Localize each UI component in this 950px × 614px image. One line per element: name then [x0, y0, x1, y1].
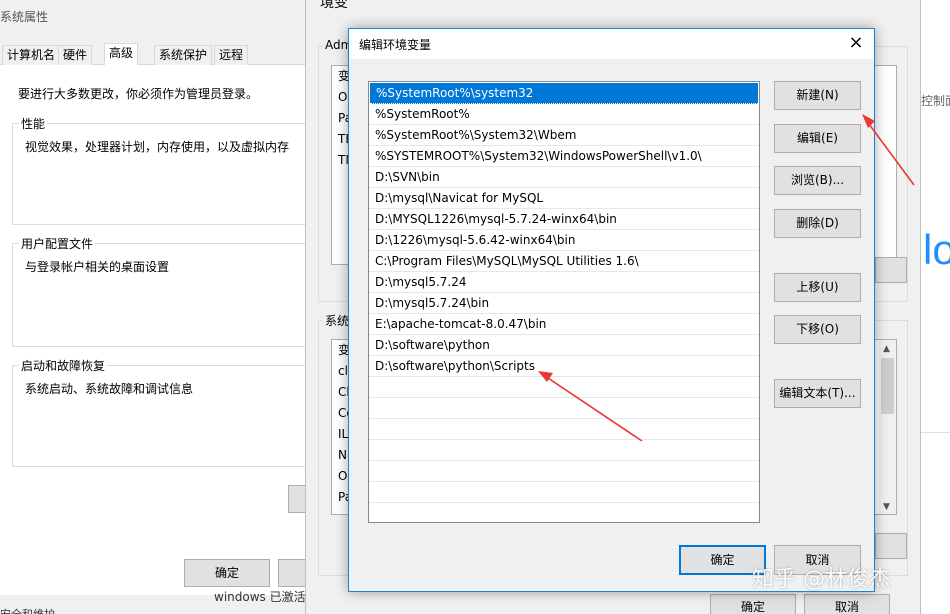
path-item[interactable]: %SYSTEMROOT%\System32\WindowsPowerShell\…: [369, 146, 759, 167]
edit-button[interactable]: 编辑(E): [774, 124, 861, 153]
system-delete-button-fragment[interactable]: [875, 533, 907, 559]
environment-variables-button-fragment[interactable]: [288, 485, 306, 513]
path-item[interactable]: D:\software\python: [369, 335, 759, 356]
move-down-button[interactable]: 下移(O): [774, 315, 861, 344]
scroll-up-icon[interactable]: ▲: [883, 344, 890, 354]
path-item-empty[interactable]: [369, 377, 759, 398]
user-delete-button-fragment[interactable]: [875, 257, 907, 283]
close-icon[interactable]: ×: [846, 33, 866, 53]
edit-environment-variable-dialog: 编辑环境变量 × %SystemRoot%\system32 %SystemRo…: [348, 28, 875, 592]
startup-recovery-group: 启动和故障恢复 系统启动、系统故障和调试信息: [12, 357, 306, 467]
advanced-panel: 要进行大多数更改，你必须作为管理员登录。 性能 视觉效果，处理器计划，内存使用，…: [0, 65, 306, 595]
new-button[interactable]: 新建(N): [774, 81, 861, 110]
scrollbar-thumb[interactable]: [881, 358, 894, 414]
env-ok-button[interactable]: 确定: [710, 594, 796, 614]
admin-note: 要进行大多数更改，你必须作为管理员登录。: [18, 87, 259, 101]
delete-button[interactable]: 删除(D): [774, 209, 861, 238]
large-text-fragment: lo: [923, 226, 950, 273]
browse-button[interactable]: 浏览(B)...: [774, 166, 861, 195]
path-item[interactable]: D:\MYSQL1226\mysql-5.7.24-winx64\bin: [369, 209, 759, 230]
performance-text: 视觉效果，处理器计划，内存使用，以及虚拟内存: [25, 140, 290, 154]
path-item-empty[interactable]: [369, 440, 759, 461]
path-list[interactable]: %SystemRoot%\system32 %SystemRoot% %Syst…: [368, 81, 760, 523]
tab-remote[interactable]: 远程: [214, 45, 249, 65]
system-properties-tabs: 计算机名 硬件 高级 系统保护 远程: [0, 43, 306, 66]
performance-label: 性能: [19, 115, 48, 132]
ok-button[interactable]: 确定: [184, 559, 270, 587]
env-cancel-button[interactable]: 取消: [804, 594, 890, 614]
edit-text-button[interactable]: 编辑文本(T)...: [774, 379, 861, 408]
user-profiles-text: 与登录帐户相关的桌面设置: [25, 260, 170, 274]
path-item[interactable]: D:\mysql\Navicat for MySQL: [369, 188, 759, 209]
system-properties-title: 系统属性: [0, 10, 49, 24]
control-panel-fragment: 控制面: [921, 94, 950, 108]
path-item[interactable]: %SystemRoot%\System32\Wbem: [369, 125, 759, 146]
background-window-fragment: 控制面 lo: [921, 0, 950, 614]
cancel-button-fragment[interactable]: [278, 559, 306, 587]
dialog-title: 编辑环境变量: [359, 38, 432, 52]
path-item[interactable]: D:\mysql5.7.24: [369, 272, 759, 293]
windows-activated-fragment: windows 已激活: [214, 590, 306, 604]
path-item-empty[interactable]: [369, 482, 759, 503]
path-item-empty[interactable]: [369, 419, 759, 440]
startup-recovery-label: 启动和故障恢复: [19, 357, 108, 374]
path-item[interactable]: D:\SVN\bin: [369, 167, 759, 188]
user-profiles-group: 用户配置文件 与登录帐户相关的桌面设置: [12, 235, 306, 347]
path-item[interactable]: D:\software\python\Scripts: [369, 356, 759, 377]
footer-fragment: 安全和维护: [0, 606, 55, 614]
path-item[interactable]: %SystemRoot%: [369, 104, 759, 125]
path-item-empty[interactable]: [369, 503, 759, 522]
tab-hardware[interactable]: 硬件: [58, 45, 93, 65]
path-item[interactable]: E:\apache-tomcat-8.0.47\bin: [369, 314, 759, 335]
scroll-down-icon[interactable]: ▼: [883, 502, 890, 512]
system-variables-label: 系统: [323, 312, 352, 329]
path-item[interactable]: C:\Program Files\MySQL\MySQL Utilities 1…: [369, 251, 759, 272]
tab-computer-name[interactable]: 计算机名: [2, 45, 61, 65]
env-title-fragment: 境变: [320, 0, 348, 11]
tab-advanced[interactable]: 高级: [104, 43, 139, 66]
tab-system-protection[interactable]: 系统保护: [154, 45, 213, 65]
move-up-button[interactable]: 上移(U): [774, 273, 861, 302]
path-item-empty[interactable]: [369, 398, 759, 419]
user-profiles-label: 用户配置文件: [19, 235, 96, 252]
dialog-titlebar: 编辑环境变量 ×: [349, 29, 874, 59]
path-item[interactable]: D:\mysql5.7.24\bin: [369, 293, 759, 314]
system-variables-scrollbar[interactable]: ▲ ▼: [879, 340, 896, 514]
path-item[interactable]: D:\1226\mysql-5.6.42-winx64\bin: [369, 230, 759, 251]
system-properties-window: 系统属性 计算机名 硬件 高级 系统保护 远程 要进行大多数更改，你必须作为管理…: [0, 0, 306, 614]
performance-group: 性能 视觉效果，处理器计划，内存使用，以及虚拟内存: [12, 115, 306, 225]
divider: [921, 432, 950, 433]
path-item[interactable]: %SystemRoot%\system32: [370, 83, 758, 104]
startup-recovery-text: 系统启动、系统故障和调试信息: [25, 382, 194, 396]
watermark: 知乎 @林俊杰: [752, 567, 891, 592]
path-item-empty[interactable]: [369, 461, 759, 482]
